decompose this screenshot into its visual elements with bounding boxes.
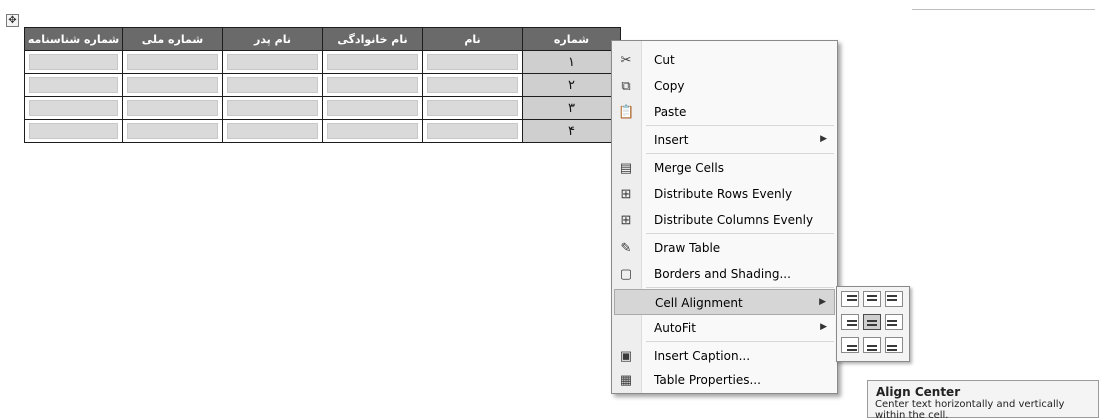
table-cell[interactable] <box>24 119 123 143</box>
distribute-columns-icon: ⊞ <box>620 212 632 227</box>
menu-item-distribute-rows[interactable]: ⊞ Distribute Rows Evenly <box>614 181 835 207</box>
menu-item-draw-table[interactable]: ✎ Draw Table <box>614 235 835 261</box>
table-row: ۱ <box>24 50 621 74</box>
align-top-center-button[interactable] <box>863 291 881 307</box>
header-cell[interactable]: شماره ملی <box>122 27 223 51</box>
table-header-row: شماره نام نام خانوادگی نام پدر شماره ملی… <box>24 27 621 51</box>
align-center-button[interactable] <box>863 314 881 330</box>
menu-item-label: Merge Cells <box>654 161 724 175</box>
table-cell[interactable] <box>122 96 223 120</box>
draw-table-icon: ✎ <box>620 240 632 255</box>
menu-separator <box>646 287 834 288</box>
header-cell[interactable]: نام پدر <box>222 27 323 51</box>
table-cell[interactable] <box>122 50 223 74</box>
menu-item-label: Copy <box>654 79 685 93</box>
align-top-right-button[interactable] <box>841 291 859 307</box>
menu-item-label: Cell Alignment <box>655 296 743 310</box>
row-number-cell[interactable]: ۳ <box>522 96 621 120</box>
table-cell[interactable] <box>122 119 223 143</box>
menu-item-table-properties[interactable]: ▦ Table Properties... <box>614 367 835 393</box>
table-row: ۴ <box>24 119 621 143</box>
menu-item-distribute-columns[interactable]: ⊞ Distribute Columns Evenly <box>614 207 835 233</box>
menu-item-autofit[interactable]: AutoFit ▶ <box>614 315 835 341</box>
submenu-arrow-icon: ▶ <box>820 321 827 331</box>
menu-item-merge-cells[interactable]: ▤ Merge Cells <box>614 155 835 181</box>
menu-item-label: AutoFit <box>654 321 696 335</box>
menu-item-label: Insert <box>654 133 689 147</box>
distribute-rows-icon: ⊞ <box>620 186 632 201</box>
menu-item-insert[interactable]: Insert ▶ <box>614 127 835 153</box>
document-table: شماره نام نام خانوادگی نام پدر شماره ملی… <box>24 27 621 143</box>
table-cell[interactable] <box>422 96 523 120</box>
table-cell[interactable] <box>422 73 523 97</box>
row-number-cell[interactable]: ۴ <box>522 119 621 143</box>
menu-separator <box>646 233 834 234</box>
paste-icon: 📋 <box>618 104 635 119</box>
menu-item-borders-shading[interactable]: ▢ Borders and Shading... <box>614 261 835 287</box>
header-cell[interactable]: نام <box>422 27 523 51</box>
align-bottom-right-button[interactable] <box>841 337 859 353</box>
submenu-arrow-icon: ▶ <box>819 296 826 306</box>
menu-item-cut[interactable]: ✂ Cut <box>614 47 835 73</box>
row-number-cell[interactable]: ۱ <box>522 50 621 74</box>
ruler-line <box>912 9 1095 10</box>
menu-item-cell-alignment[interactable]: Cell Alignment ▶ <box>614 289 835 315</box>
cell-alignment-submenu <box>836 286 910 362</box>
table-cell[interactable] <box>222 50 323 74</box>
menu-item-label: Insert Caption... <box>654 349 751 363</box>
menu-item-label: Distribute Rows Evenly <box>654 187 793 201</box>
row-number-cell[interactable]: ۲ <box>522 73 621 97</box>
scissors-icon: ✂ <box>620 52 632 67</box>
align-center-left-button[interactable] <box>885 314 903 330</box>
menu-item-label: Borders and Shading... <box>654 267 791 281</box>
table-cell[interactable] <box>24 50 123 74</box>
menu-separator <box>646 153 834 154</box>
table-cell[interactable] <box>24 96 123 120</box>
menu-item-insert-caption[interactable]: ▣ Insert Caption... <box>614 343 835 369</box>
tooltip-description: Center text horizontally and vertically … <box>875 399 1065 418</box>
header-cell[interactable]: شماره شناسنامه <box>24 27 123 51</box>
menu-separator <box>646 125 834 126</box>
table-move-handle-icon[interactable]: ✥ <box>6 14 19 27</box>
align-top-left-button[interactable] <box>885 291 903 307</box>
merge-cells-icon: ▤ <box>619 160 633 175</box>
submenu-arrow-icon: ▶ <box>820 133 827 143</box>
menu-item-copy[interactable]: ⧉ Copy <box>614 73 835 99</box>
header-cell[interactable]: شماره <box>522 27 621 51</box>
align-bottom-left-button[interactable] <box>885 337 903 353</box>
align-bottom-center-button[interactable] <box>863 337 881 353</box>
menu-separator <box>646 341 834 342</box>
menu-item-label: Cut <box>654 53 675 67</box>
table-cell[interactable] <box>322 73 423 97</box>
table-cell[interactable] <box>322 119 423 143</box>
table-properties-icon: ▦ <box>619 372 633 387</box>
table-cell[interactable] <box>122 73 223 97</box>
table-cell[interactable] <box>422 50 523 74</box>
menu-item-label: Distribute Columns Evenly <box>654 213 814 227</box>
menu-item-paste[interactable]: 📋 Paste <box>614 99 835 125</box>
table-cell[interactable] <box>222 119 323 143</box>
table-cell[interactable] <box>322 50 423 74</box>
table-cell[interactable] <box>222 96 323 120</box>
table-row: ۳ <box>24 96 621 120</box>
borders-icon: ▢ <box>619 266 633 281</box>
menu-item-label: Table Properties... <box>654 373 761 387</box>
table-cell[interactable] <box>322 96 423 120</box>
tooltip-title: Align Center <box>876 385 961 399</box>
menu-item-label: Draw Table <box>654 241 721 255</box>
menu-item-label: Paste <box>654 105 687 119</box>
table-cell[interactable] <box>222 73 323 97</box>
align-center-right-button[interactable] <box>841 314 859 330</box>
table-cell[interactable] <box>422 119 523 143</box>
caption-icon: ▣ <box>619 348 633 363</box>
table-row: ۲ <box>24 73 621 97</box>
copy-icon: ⧉ <box>621 78 631 93</box>
table-cell[interactable] <box>24 73 123 97</box>
header-cell[interactable]: نام خانوادگی <box>322 27 423 51</box>
context-menu: ✂ Cut ⧉ Copy 📋 Paste Insert ▶ ▤ Merge Ce… <box>611 40 838 394</box>
